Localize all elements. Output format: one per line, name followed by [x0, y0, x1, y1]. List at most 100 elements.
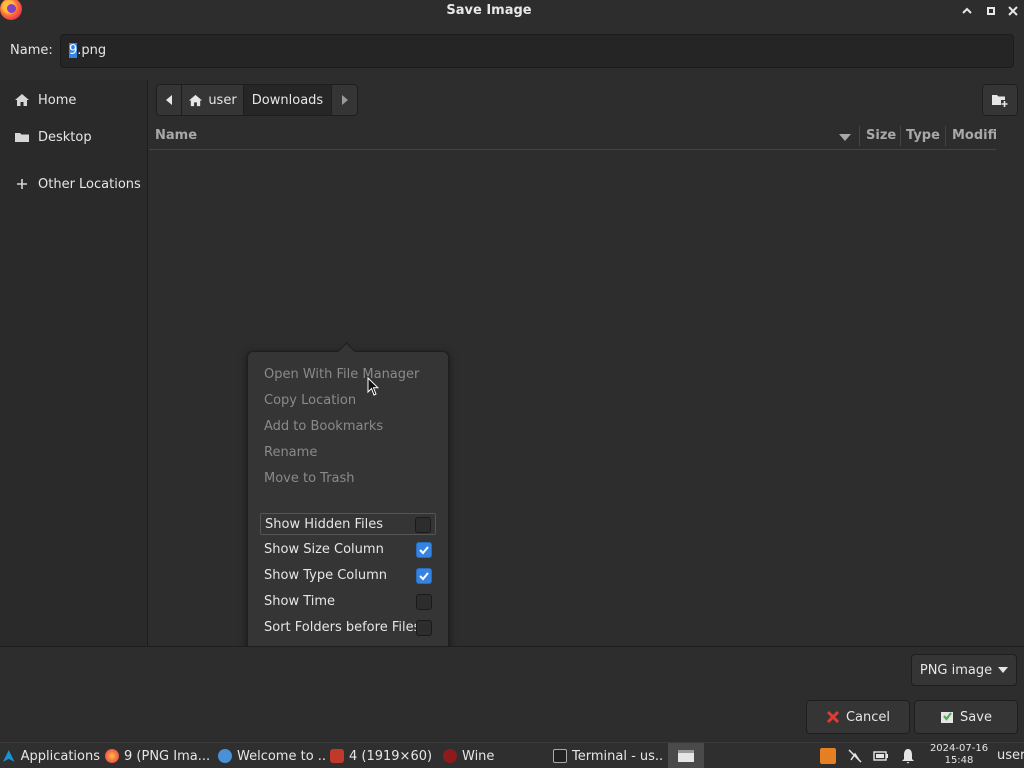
dialog-title: Save Image — [446, 3, 532, 18]
home-icon — [189, 94, 203, 106]
mouse-cursor-icon — [367, 377, 379, 396]
window-icon — [678, 750, 694, 762]
applications-menu-button[interactable]: Applications — [2, 743, 100, 768]
chevron-down-icon — [998, 667, 1009, 673]
column-type[interactable]: Type — [906, 128, 940, 143]
places-sidebar: Home Desktop Other Locations — [0, 80, 148, 646]
sidebar-item-label: Home — [38, 92, 77, 108]
show-desktop-button[interactable] — [668, 743, 704, 768]
column-header-row: Name Size Type Modifie — [149, 122, 996, 150]
cancel-label: Cancel — [845, 709, 891, 725]
path-segment-downloads[interactable]: Downloads — [244, 84, 332, 116]
restore-button[interactable] — [980, 0, 1002, 22]
cancel-button[interactable]: Cancel — [806, 700, 910, 734]
filter-label: PNG image — [919, 662, 993, 678]
applications-label: Applications — [20, 748, 100, 764]
toggle-label: Show Size Column — [264, 542, 384, 557]
bell-icon[interactable] — [900, 748, 916, 764]
sidebar-item-other-locations[interactable]: Other Locations — [0, 169, 148, 199]
task-terminal[interactable]: Terminal - us... — [553, 743, 663, 768]
chevron-up-icon — [962, 7, 972, 14]
tray-app-icon[interactable] — [820, 748, 836, 764]
taskbar: Applications 9 (PNG Ima... Welcome to ..… — [0, 742, 1024, 768]
scrollbar[interactable] — [996, 122, 1024, 646]
toggle-label: Show Time — [264, 594, 336, 609]
checkbox[interactable] — [416, 542, 432, 558]
column-separator — [900, 126, 901, 146]
filename-extension: .png — [77, 43, 107, 58]
clock-time: 15:48 — [944, 755, 974, 766]
chevron-left-icon — [166, 95, 172, 105]
arch-logo-icon — [2, 750, 15, 762]
firefox-icon — [105, 749, 119, 763]
close-button[interactable] — [1002, 0, 1024, 22]
home-icon — [15, 94, 29, 106]
wine-glass-icon — [443, 749, 457, 763]
maximize-button[interactable] — [956, 0, 978, 22]
sidebar-item-label: Desktop — [38, 129, 92, 145]
new-folder-icon — [992, 95, 1008, 107]
clock[interactable]: 2024-07-16 15:48 — [926, 743, 992, 767]
context-menu: Open With File Manager Copy Location Add… — [247, 351, 449, 653]
clock-date: 2024-07-16 — [929, 743, 989, 754]
task-welcome[interactable]: Welcome to ... — [218, 743, 326, 768]
menu-item-copy-location: Copy Location — [264, 393, 357, 408]
path-bar: user Downloads — [156, 84, 358, 116]
column-separator — [859, 126, 860, 146]
save-icon — [941, 712, 954, 723]
path-scroll-right-button[interactable] — [332, 84, 358, 116]
sidebar-item-desktop[interactable]: Desktop — [0, 122, 148, 152]
task-firefox[interactable]: 9 (PNG Ima... — [105, 743, 211, 768]
chevron-right-icon — [341, 95, 348, 105]
checkbox[interactable] — [416, 594, 432, 610]
name-label: Name: — [10, 43, 53, 58]
close-icon — [1008, 6, 1018, 16]
task-image-viewer[interactable]: 4 (1919×60) ... — [330, 743, 436, 768]
task-label: Welcome to ... — [237, 748, 326, 764]
checkbox[interactable] — [415, 517, 431, 533]
menu-item-move-to-trash: Move to Trash — [264, 471, 355, 486]
menu-item-open-with-file-manager: Open With File Manager — [264, 367, 420, 382]
sidebar-item-home[interactable]: Home — [0, 85, 148, 115]
menu-item-rename: Rename — [264, 445, 318, 460]
menu-toggle-show-type-column[interactable]: Show Type Column — [260, 565, 436, 587]
checkbox[interactable] — [416, 620, 432, 636]
column-size[interactable]: Size — [866, 128, 896, 143]
user-menu[interactable]: user — [997, 748, 1024, 763]
toggle-label: Show Hidden Files — [265, 517, 383, 532]
task-wine[interactable]: Wine — [443, 743, 543, 768]
save-button[interactable]: Save — [914, 700, 1018, 734]
brave-icon — [330, 749, 344, 763]
checkbox[interactable] — [416, 568, 432, 584]
checkmark-icon — [419, 572, 429, 581]
filename-input[interactable]: 9.png — [60, 34, 1014, 68]
new-folder-button[interactable] — [982, 84, 1018, 116]
column-modified[interactable]: Modifie — [952, 128, 996, 143]
toggle-label: Sort Folders before Files — [264, 620, 421, 635]
checkmark-icon — [419, 546, 429, 555]
path-segment-label: Downloads — [251, 92, 324, 108]
column-name[interactable]: Name — [155, 128, 197, 143]
path-scroll-left-button[interactable] — [156, 84, 182, 116]
menu-item-add-to-bookmarks: Add to Bookmarks — [264, 419, 384, 434]
path-segment-user[interactable]: user — [182, 84, 244, 116]
task-label: 4 (1919×60) ... — [349, 748, 436, 764]
sort-down-icon — [839, 134, 851, 141]
globe-icon — [218, 749, 232, 763]
task-label: 9 (PNG Ima... — [124, 748, 211, 764]
toggle-label: Show Type Column — [264, 568, 387, 583]
menu-toggle-show-time[interactable]: Show Time — [260, 591, 436, 613]
menu-toggle-show-hidden-files[interactable]: Show Hidden Files — [260, 513, 436, 535]
network-off-icon[interactable] — [847, 748, 863, 764]
menu-toggle-show-size-column[interactable]: Show Size Column — [260, 539, 436, 561]
menu-toggle-sort-folders-before-files[interactable]: Sort Folders before Files — [260, 617, 436, 639]
task-label: Terminal - us... — [572, 748, 663, 764]
battery-icon[interactable] — [873, 748, 889, 764]
file-type-filter-dropdown[interactable]: PNG image — [911, 654, 1017, 686]
folder-icon — [15, 133, 29, 142]
task-label: Wine — [462, 748, 495, 764]
column-separator — [945, 126, 946, 146]
plus-icon — [17, 179, 27, 189]
path-segment-label: user — [208, 92, 237, 108]
save-label: Save — [960, 709, 992, 725]
